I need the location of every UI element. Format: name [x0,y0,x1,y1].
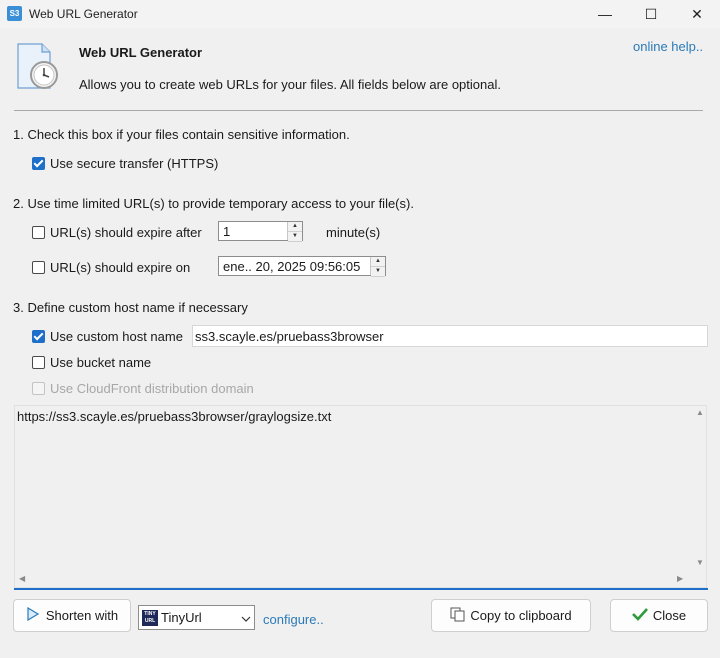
cloudfront-checkbox [32,382,45,395]
expire-on-checkbox[interactable] [32,261,45,274]
stepper-down-icon[interactable]: ▼ [288,232,302,242]
header-title: Web URL Generator [79,45,203,60]
tinyurl-logo-icon: TINY URL [142,609,158,626]
online-help-link[interactable]: online help.. [633,39,703,54]
expire-after-label: URL(s) should expire after [50,225,202,240]
custom-host-label: Use custom host name [50,329,183,344]
expire-minutes-value: 1 [223,223,231,239]
expire-on-label: URL(s) should expire on [50,260,191,275]
scroll-up-icon[interactable]: ▲ [696,408,704,417]
date-up-icon[interactable]: ▲ [371,257,385,267]
stepper-up-icon[interactable]: ▲ [288,222,302,232]
header-separator [14,110,703,111]
maximize-button[interactable]: ☐ [628,0,674,28]
url-output-box[interactable] [14,405,707,588]
scroll-right-icon[interactable]: ▶ [677,574,683,583]
app-icon: S3 [7,6,22,21]
expire-after-checkbox[interactable] [32,226,45,239]
cloudfront-row: Use CloudFront distribution domain [32,381,254,396]
close-label: Close [652,608,687,623]
shorten-with-label: Shorten with [45,608,119,623]
expire-date-value: ene.. 20, 2025 09:56:05 [223,258,361,274]
configure-link[interactable]: configure.. [263,612,324,627]
section2-heading: 2. Use time limited URL(s) to provide te… [13,196,414,211]
scroll-left-icon[interactable]: ◀ [19,574,25,583]
https-checkbox[interactable] [32,157,45,170]
horizontal-scrollbar[interactable]: ◀ ▶ [15,572,693,586]
bucket-name-row[interactable]: Use bucket name [32,355,151,370]
close-button[interactable]: Close [610,599,708,632]
expire-on-row[interactable]: URL(s) should expire on [32,260,190,275]
copy-icon [450,607,465,625]
checkmark-icon [631,607,648,624]
scroll-down-icon[interactable]: ▼ [696,558,704,567]
shortener-select[interactable]: TINY URL TinyUrl [138,605,255,630]
date-down-icon[interactable]: ▼ [371,267,385,277]
https-checkbox-row[interactable]: Use secure transfer (HTTPS) [32,156,218,171]
https-label: Use secure transfer (HTTPS) [50,156,219,171]
section1-heading: 1. Check this box if your files contain … [13,127,350,142]
custom-host-input[interactable]: ss3.scayle.es/pruebass3browser [192,325,708,347]
close-window-button[interactable]: ✕ [674,0,720,28]
custom-host-checkbox[interactable] [32,330,45,343]
window-title: Web URL Generator [29,7,138,21]
copy-to-clipboard-label: Copy to clipboard [470,608,572,623]
expire-minutes-stepper[interactable]: 1 ▲ ▼ [218,221,303,242]
generated-url[interactable]: https://ss3.scayle.es/pruebass3browser/g… [17,409,331,424]
minutes-unit-label: minute(s) [326,225,381,240]
shortener-selected-value: TinyUrl [161,610,202,625]
expire-date-picker[interactable]: ene.. 20, 2025 09:56:05 ▲ ▼ [218,256,386,277]
url-box-focus-line [14,588,708,590]
vertical-scrollbar[interactable]: ▲ ▼ [693,406,707,572]
document-clock-icon [14,42,62,92]
shorten-with-button[interactable]: Shorten with [13,599,131,632]
custom-host-row[interactable]: Use custom host name [32,329,183,344]
header-description: Allows you to create web URLs for your f… [79,77,501,92]
bucket-name-checkbox[interactable] [32,356,45,369]
copy-to-clipboard-button[interactable]: Copy to clipboard [431,599,591,632]
play-icon [26,606,40,624]
cloudfront-label: Use CloudFront distribution domain [50,381,254,396]
chevron-down-icon[interactable] [238,610,254,625]
minimize-button[interactable]: — [582,0,628,28]
section3-heading: 3. Define custom host name if necessary [13,300,248,315]
expire-after-row[interactable]: URL(s) should expire after [32,225,202,240]
bucket-name-label: Use bucket name [50,355,152,370]
